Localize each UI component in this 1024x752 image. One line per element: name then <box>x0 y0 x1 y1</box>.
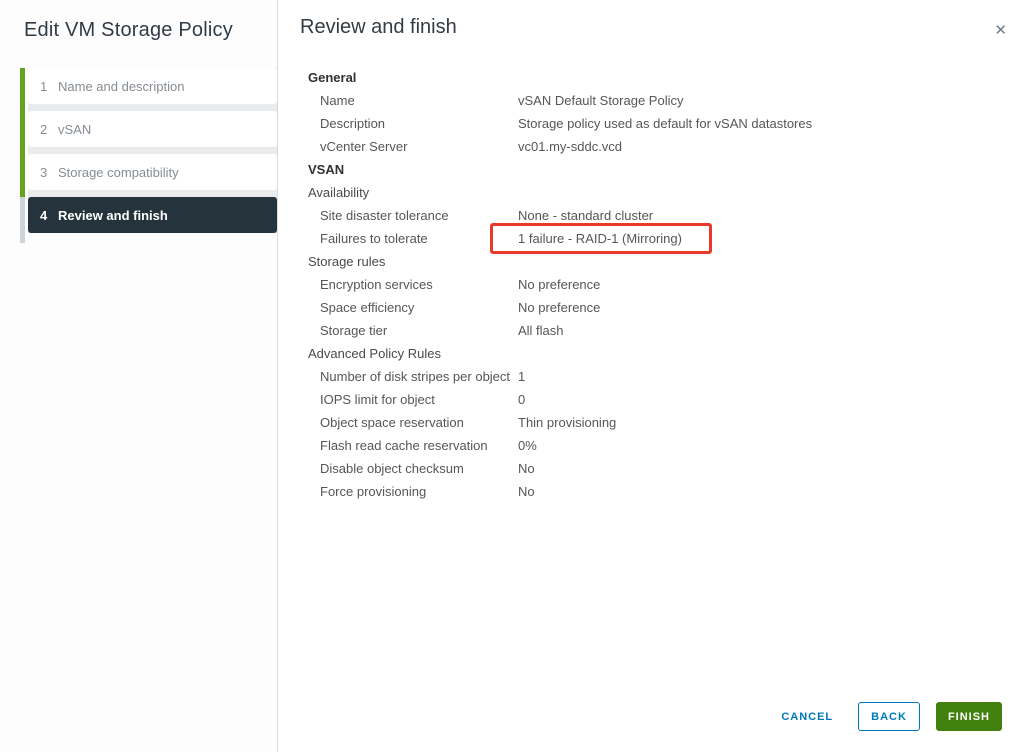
step-label: Name and description <box>58 78 185 94</box>
step-label: Review and finish <box>58 207 168 223</box>
row-label: Number of disk stripes per object <box>320 369 511 384</box>
row-label: Description <box>320 116 386 131</box>
row-label: Name <box>320 93 355 108</box>
step-number: 3 <box>40 164 48 180</box>
wizard-steps: 1 Name and description 2 vSAN 3 Storage compa… <box>0 68 277 243</box>
row-value: Storage policy used as default for vSAN … <box>518 112 812 135</box>
row-value: 1 failure - RAID-1 (Mirroring) <box>490 223 712 254</box>
back-button[interactable]: BACK <box>858 702 920 731</box>
page-title: Review and finish <box>300 16 457 38</box>
row-value: vSAN Default Storage Policy <box>518 89 683 112</box>
row-value: No <box>518 480 535 503</box>
section-header: Availability <box>308 185 370 200</box>
row-value: 1 <box>518 365 525 388</box>
row-value: No preference <box>518 273 600 296</box>
row-value: Thin provisioning <box>518 411 616 434</box>
progress-bar-current-segment <box>20 197 25 243</box>
section-header: General <box>308 70 357 85</box>
progress-bar-completed-segment <box>20 68 25 197</box>
highlighted-value: 1 failure - RAID-1 (Mirroring) <box>490 223 712 254</box>
value-text: No <box>518 461 535 476</box>
row-value: None - standard cluster <box>518 204 653 227</box>
value-text: vSAN Default Storage Policy <box>518 93 684 108</box>
step-label: Storage compatibility <box>58 164 179 180</box>
step-number: 2 <box>40 121 48 137</box>
cancel-button[interactable]: CANCEL <box>779 711 835 723</box>
row-label: Force provisioning <box>320 484 427 499</box>
summary-row: Encryption services No preference <box>308 273 968 296</box>
sidebar-step-name-and-description[interactable]: 1 Name and description <box>28 68 277 104</box>
value-text: vc01.my-sddc.vcd <box>518 139 623 154</box>
summary-row: IOPS limit for object 0 <box>308 388 968 411</box>
value-text: Storage policy used as default for vSAN … <box>518 116 813 131</box>
row-label: Storage tier <box>320 323 388 338</box>
value-text: None - standard cluster <box>518 208 654 223</box>
row-label: Flash read cache reservation <box>320 438 488 453</box>
row-label: Disable object checksum <box>320 461 464 476</box>
step-label: vSAN <box>58 121 92 137</box>
row-value: 0% <box>518 434 537 457</box>
value-text: All flash <box>518 323 564 338</box>
row-value: All flash <box>518 319 564 342</box>
summary-row: Site disaster tolerance None - standard c… <box>308 204 968 227</box>
edit-vm-storage-policy-dialog: Edit VM Storage Policy 1 Name and descrip… <box>0 0 1024 752</box>
sidebar-step-storage-compatibility[interactable]: 3 Storage compatibility <box>28 154 277 190</box>
wizard-step-list: 1 Name and description 2 vSAN 3 Storage compa… <box>28 68 277 233</box>
row-label: Encryption services <box>320 277 433 292</box>
sidebar-step-vsan[interactable]: 2 vSAN <box>28 111 277 147</box>
value-text: No preference <box>518 277 601 292</box>
summary-row: Flash read cache reservation 0% <box>308 434 968 457</box>
row-label: Site disaster tolerance <box>320 208 449 223</box>
footer-actions: CANCEL BACK FINISH <box>779 702 1002 731</box>
sidebar-step-review-and-finish[interactable]: 4 Review and finish <box>28 197 277 233</box>
row-value: vc01.my-sddc.vcd <box>518 135 622 158</box>
summary-row: Number of disk stripes per object 1 <box>308 365 968 388</box>
row-label: vCenter Server <box>320 139 408 154</box>
summary-row: Object space reservation Thin provisionin… <box>308 411 968 434</box>
summary-row: Storage tier All flash <box>308 319 968 342</box>
row-label: Failures to tolerate <box>320 231 428 246</box>
summary-row: Failures to tolerate 1 failure - RAID-1 (… <box>308 223 968 254</box>
finish-button[interactable]: FINISH <box>935 702 1002 731</box>
section-header: Advanced Policy Rules <box>308 346 441 361</box>
step-number: 4 <box>40 207 48 223</box>
value-text: 1 <box>518 369 526 384</box>
section-header: Storage rules <box>308 254 386 269</box>
policy-summary-list: General Name vSAN Default Storage Policy De… <box>308 66 968 503</box>
summary-row: Space efficiency No preference <box>308 296 968 319</box>
summary-row: Disable object checksum No <box>308 457 968 480</box>
summary-row: vCenter Server vc01.my-sddc.vcd <box>308 135 968 158</box>
close-icon[interactable]: ✕ <box>992 21 1009 40</box>
wizard-step-sidebar: Edit VM Storage Policy 1 Name and descrip… <box>0 0 278 752</box>
review-and-finish-panel: Review and finish ✕ General Name vSAN Defa… <box>278 0 1024 752</box>
row-label: Space efficiency <box>320 300 415 315</box>
value-text: 0% <box>518 438 537 453</box>
value-text: No preference <box>518 300 601 315</box>
row-value: No <box>518 457 535 480</box>
row-value: 0 <box>518 388 525 411</box>
summary-row: Force provisioning No <box>308 480 968 503</box>
row-label: Object space reservation <box>320 415 464 430</box>
section-header: VSAN <box>308 162 345 177</box>
row-value: No preference <box>518 296 600 319</box>
summary-row: Name vSAN Default Storage Policy <box>308 89 968 112</box>
dialog-title: Edit VM Storage Policy <box>24 19 233 41</box>
value-text: 0 <box>518 392 526 407</box>
value-text: No <box>518 484 535 499</box>
summary-row: Description Storage policy used as defaul… <box>308 112 968 135</box>
value-text: Thin provisioning <box>518 415 617 430</box>
row-label: IOPS limit for object <box>320 392 435 407</box>
step-number: 1 <box>40 78 48 94</box>
